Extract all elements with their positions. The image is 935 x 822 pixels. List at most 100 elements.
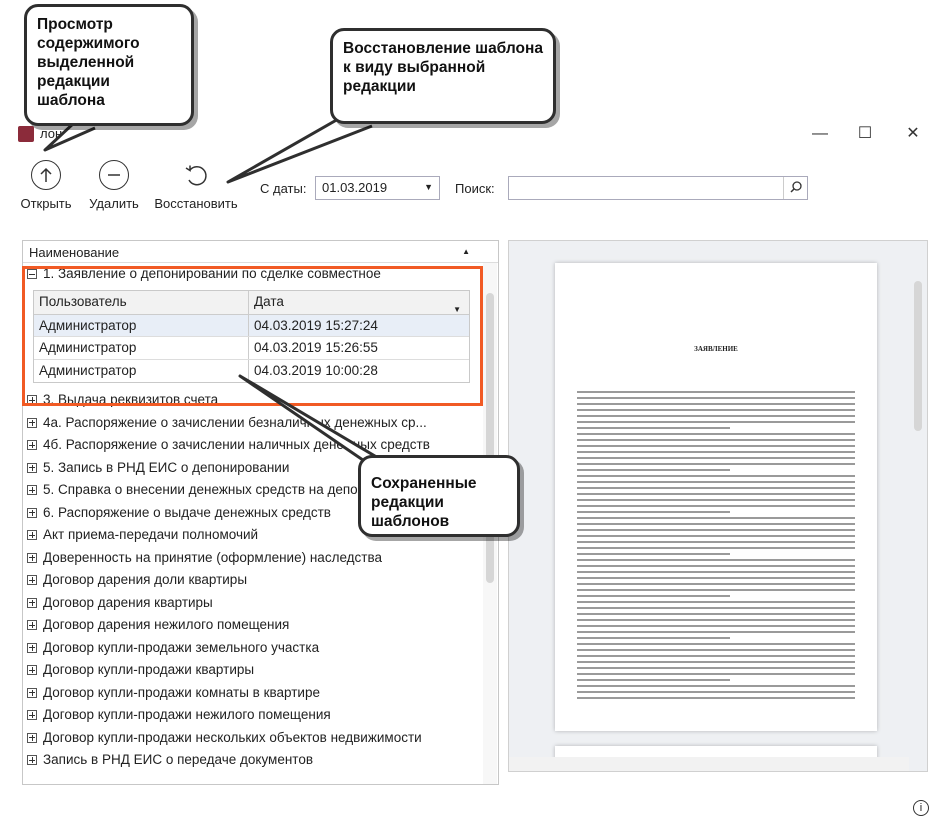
document-preview[interactable]: ЗАЯВЛЕНИЕ: [508, 240, 928, 772]
date-picker[interactable]: 01.03.2019 ▼: [315, 176, 440, 200]
restore-label: Восстановить: [154, 196, 238, 211]
tree-item[interactable]: Договор дарения квартиры: [23, 592, 498, 615]
tree-item[interactable]: Договор купли-продажи нежилого помещения: [23, 704, 498, 727]
date-value: 01.03.2019: [322, 180, 388, 195]
doc-text-line: [577, 577, 855, 579]
doc-text-line: [577, 397, 855, 399]
doc-text-line: [577, 613, 855, 615]
callout-saved: Сохраненные редакции шаблонов: [358, 455, 520, 537]
tree-item-label: Договор купли-продажи нескольких объекто…: [43, 729, 422, 745]
tree-item-label: Договор купли-продажи квартиры: [43, 662, 255, 677]
tree-item-label: Договор дарения квартиры: [43, 594, 213, 610]
highlight-frame: [22, 266, 483, 406]
doc-text-line: [577, 547, 855, 549]
preview-page: ЗАЯВЛЕНИЕ: [555, 263, 877, 731]
doc-text-line: [577, 607, 855, 609]
tree-item[interactable]: Запись в РНД ЕИС о передаче документов: [23, 749, 498, 772]
expand-icon[interactable]: [27, 597, 37, 608]
expand-icon[interactable]: [27, 507, 37, 518]
tree-item-label: 4а. Распоряжение о зачислении безналичны…: [43, 414, 427, 430]
restore-button[interactable]: Восстановить: [148, 160, 244, 211]
doc-text-line: [577, 631, 855, 633]
tree-header[interactable]: Наименование ▲: [23, 241, 498, 263]
minus-icon: [99, 160, 129, 190]
expand-icon[interactable]: [27, 440, 37, 450]
doc-text-line: [577, 595, 730, 597]
tree-item-label: Запись в РНД ЕИС о передаче документов: [43, 752, 313, 767]
delete-button[interactable]: Удалить: [84, 160, 144, 211]
close-button[interactable]: ✕: [893, 120, 933, 148]
expand-icon[interactable]: [27, 462, 37, 473]
doc-text-line: [577, 517, 855, 519]
doc-text-lines: [577, 391, 855, 703]
search-icon[interactable]: [783, 177, 807, 199]
dropdown-arrow-icon[interactable]: ▼: [424, 182, 433, 192]
expand-icon[interactable]: [27, 485, 37, 495]
open-button[interactable]: Открыть: [16, 160, 76, 211]
expand-icon[interactable]: [27, 665, 37, 675]
doc-text-line: [577, 463, 855, 465]
search-input[interactable]: [508, 176, 808, 200]
tree-item[interactable]: Договор купли-продажи земельного участка: [23, 637, 498, 660]
tree-item[interactable]: Договор дарения доли квартиры: [23, 569, 498, 592]
doc-text-line: [577, 427, 730, 429]
doc-text-line: [577, 445, 855, 447]
tree-item-label: Договор дарения доли квартиры: [43, 572, 248, 587]
tree-item[interactable]: Договор купли-продажи квартиры: [23, 659, 498, 682]
doc-text-line: [577, 583, 855, 585]
undo-icon: [181, 160, 211, 190]
doc-text-line: [577, 637, 730, 639]
doc-text-line: [577, 649, 855, 651]
doc-text-line: [577, 655, 855, 657]
tree-item[interactable]: Договор дарения нежилого помещения: [23, 614, 498, 637]
maximize-button[interactable]: ☐: [845, 120, 885, 148]
doc-text-line: [577, 457, 855, 459]
doc-text-line: [577, 511, 730, 513]
tree-item[interactable]: 4а. Распоряжение о зачислении безналичны…: [23, 412, 498, 435]
doc-text-line: [577, 691, 855, 693]
expand-icon[interactable]: [27, 575, 37, 585]
expand-icon[interactable]: [27, 642, 37, 653]
tree-item[interactable]: Договор купли-продажи комнаты в квартире: [23, 682, 498, 705]
expand-icon[interactable]: [27, 620, 37, 630]
tree-item-label: Договор купли-продажи нежилого помещения: [43, 707, 331, 722]
info-icon[interactable]: i: [913, 800, 929, 816]
expand-icon[interactable]: [27, 530, 37, 540]
doc-text-line: [577, 391, 855, 393]
tree-item[interactable]: Доверенность на принятие (оформление) на…: [23, 547, 498, 570]
scrollbar-thumb[interactable]: [914, 281, 922, 431]
doc-text-line: [577, 451, 855, 453]
doc-text-line: [577, 409, 855, 411]
doc-text-line: [577, 673, 855, 675]
delete-label: Удалить: [89, 196, 139, 211]
expand-icon[interactable]: [27, 710, 37, 720]
expand-icon[interactable]: [27, 417, 37, 428]
doc-text-line: [577, 439, 855, 441]
doc-text-line: [577, 481, 855, 483]
expand-icon[interactable]: [27, 755, 37, 765]
doc-text-line: [577, 415, 855, 417]
expand-icon[interactable]: [27, 687, 37, 698]
app-icon: [18, 126, 34, 142]
tree-item[interactable]: 4б. Распоряжение о зачислении наличных д…: [23, 434, 498, 457]
preview-hscrollbar[interactable]: [509, 757, 909, 771]
doc-text-line: [577, 487, 855, 489]
doc-text-line: [577, 541, 855, 543]
tree-item-label: Договор дарения нежилого помещения: [43, 617, 290, 632]
expand-icon[interactable]: [27, 732, 37, 743]
tree-item[interactable]: Договор купли-продажи нескольких объекто…: [23, 727, 498, 750]
expand-icon[interactable]: [27, 552, 37, 563]
preview-scrollbar[interactable]: [911, 241, 925, 771]
doc-text-line: [577, 559, 855, 561]
minimize-button[interactable]: —: [800, 120, 840, 148]
callout-view: Просмотр содержимого выделенной редакции…: [24, 4, 194, 126]
doc-text-line: [577, 523, 855, 525]
scrollbar-thumb[interactable]: [486, 293, 494, 583]
arrow-up-icon: [31, 160, 61, 190]
doc-text-line: [577, 685, 855, 687]
doc-text-line: [577, 697, 855, 699]
doc-text-line: [577, 433, 855, 435]
tree-item-label: 5. Запись в РНД ЕИС о депонировании: [43, 459, 290, 475]
tree-item-label: Договор купли-продажи земельного участка: [43, 639, 320, 655]
tree-item-label: 5. Справка о внесении денежных средств н…: [43, 482, 378, 497]
